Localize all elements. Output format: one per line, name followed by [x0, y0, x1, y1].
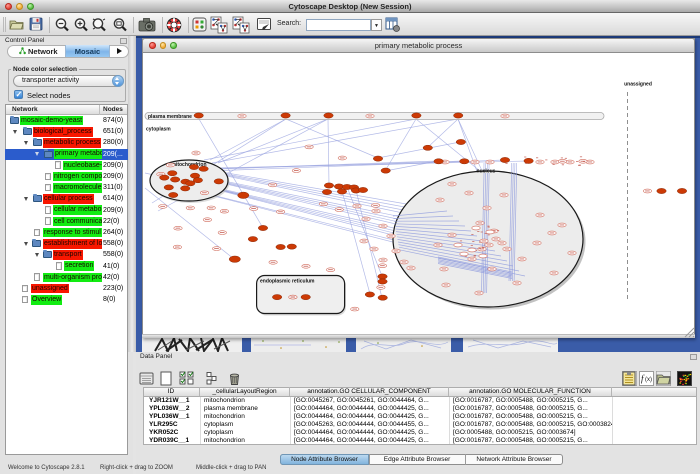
svg-text:unassigned: unassigned [624, 82, 652, 88]
svg-text:plasma membrane: plasma membrane [148, 114, 192, 120]
svg-text:endoplasmic reticulum: endoplasmic reticulum [260, 279, 315, 285]
svg-text:(x): (x) [645, 377, 652, 383]
svg-text:cytoplasm: cytoplasm [146, 127, 171, 133]
svg-text:nucleus: nucleus [477, 169, 496, 175]
